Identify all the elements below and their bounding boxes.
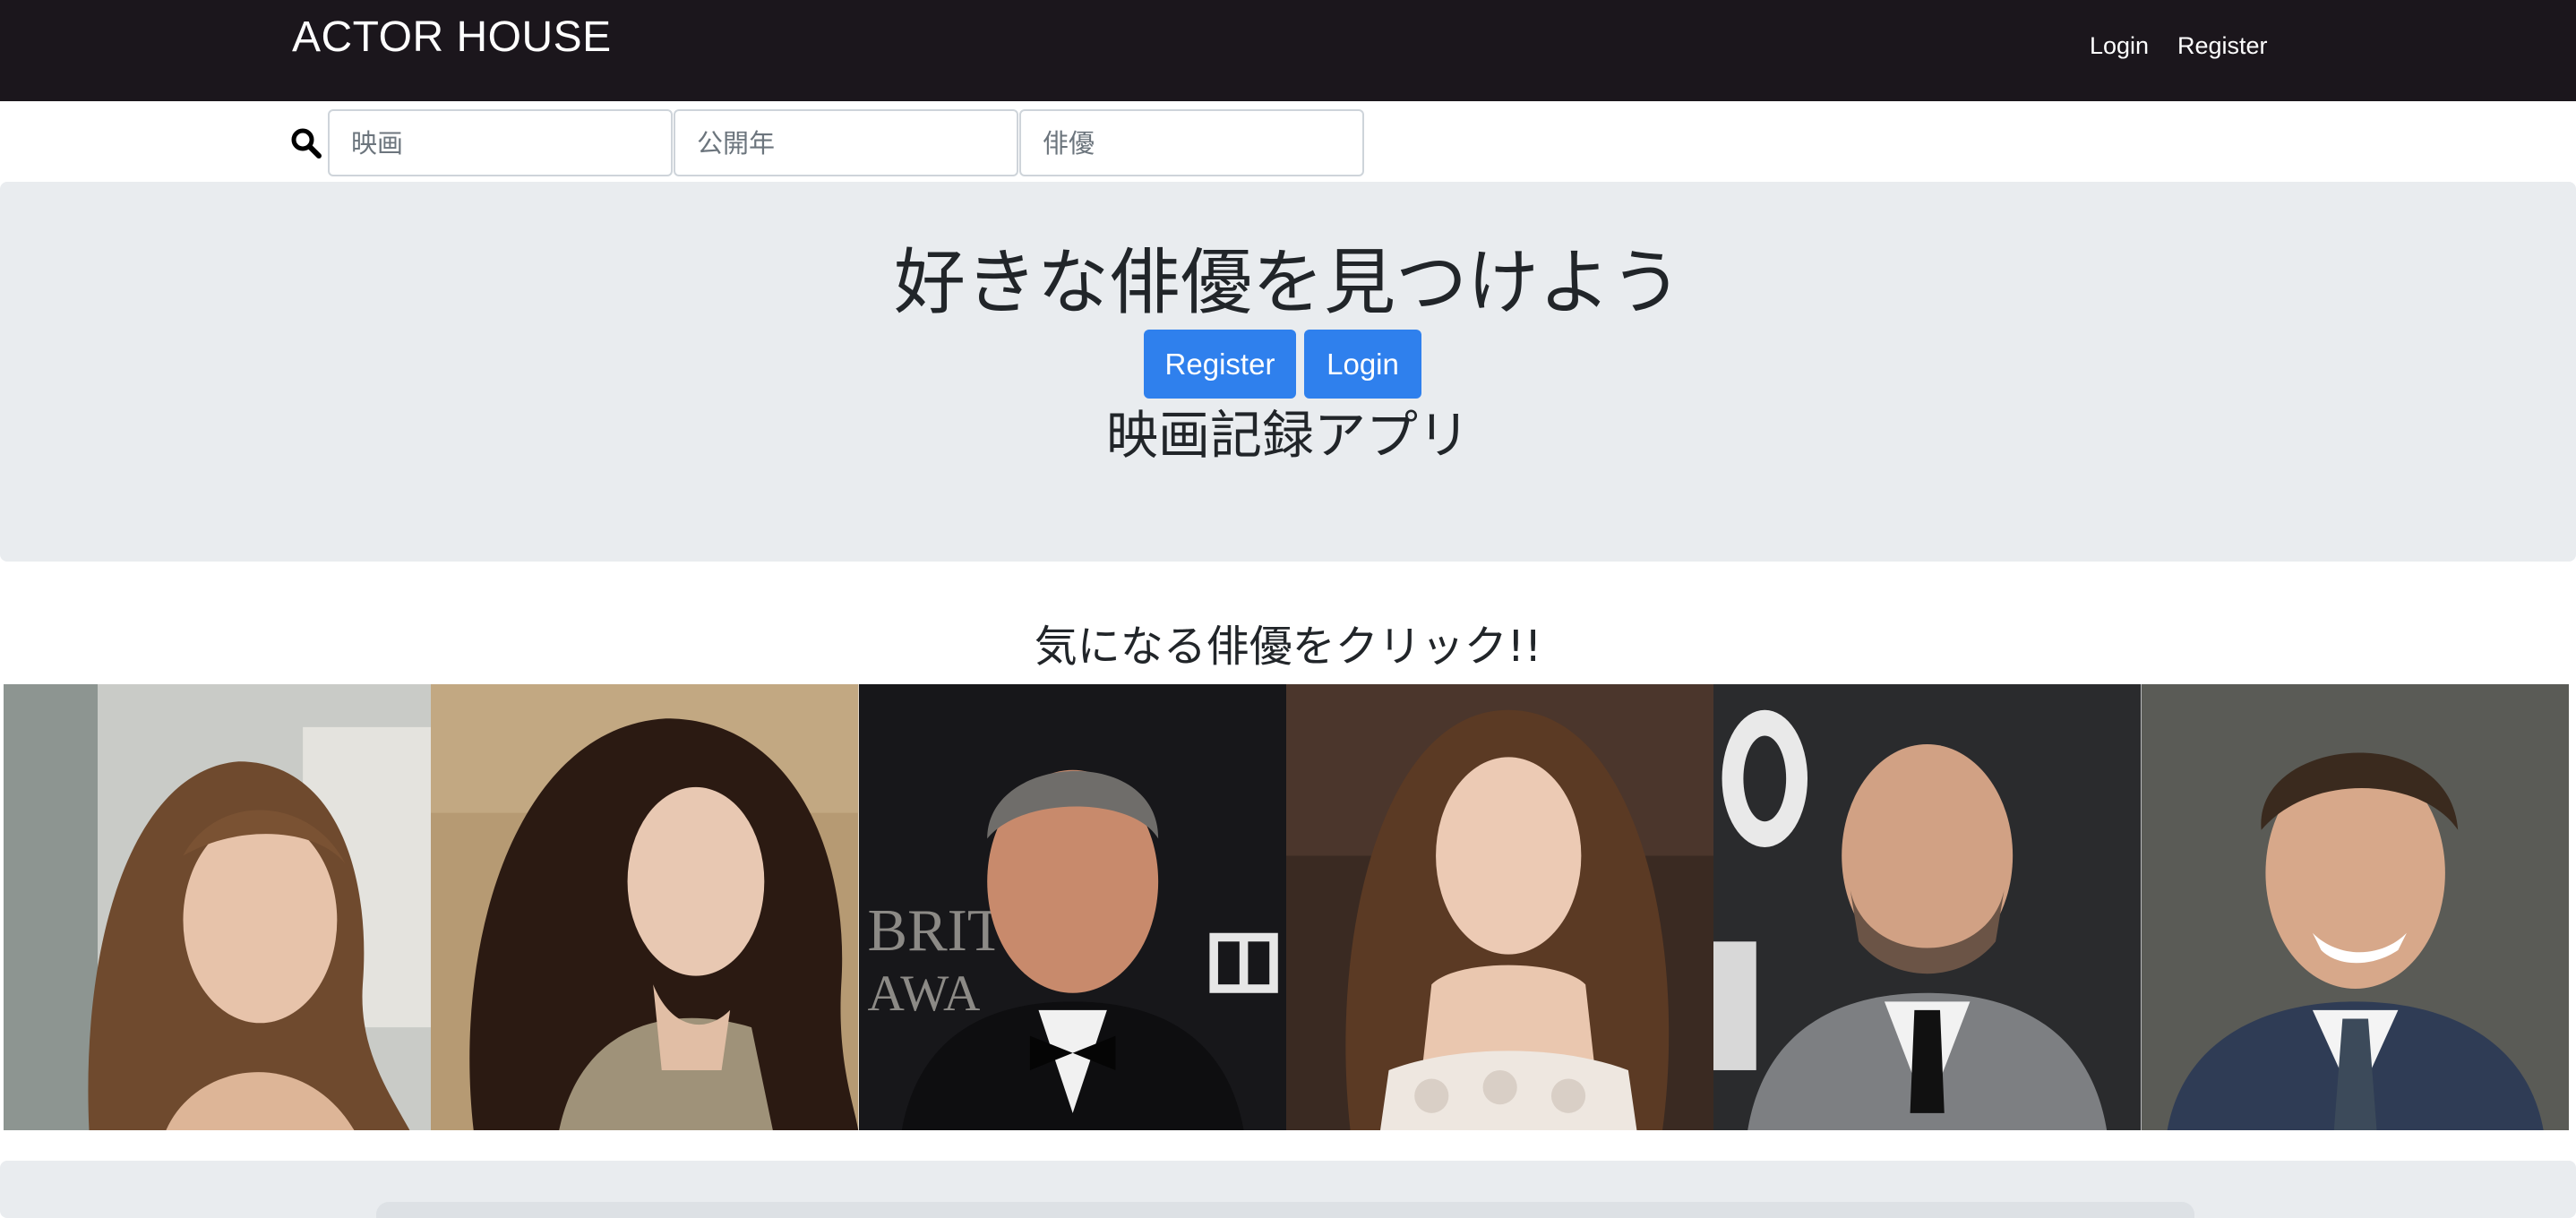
nav-login-link[interactable]: Login [2090, 32, 2149, 60]
hero-register-button[interactable]: Register [1144, 330, 1296, 399]
svg-text:BRIT: BRIT [867, 897, 1003, 964]
actor-photo-1[interactable] [4, 684, 432, 1130]
bottom-card-edge [376, 1202, 2194, 1218]
top-navbar: ACTOR HOUSE Login Register [0, 0, 2576, 101]
actor-search-input[interactable] [1019, 109, 1364, 176]
actor-photo-6[interactable] [2141, 684, 2569, 1130]
actor-gallery: BRIT AWA [4, 684, 2569, 1130]
actor-photo-5[interactable] [1713, 684, 2142, 1130]
actor-photo-4[interactable] [1285, 684, 1714, 1130]
hero-subtitle: 映画記録アプリ [1105, 405, 1470, 466]
actor-photo-3[interactable]: BRIT AWA [858, 684, 1286, 1130]
movie-search-input[interactable] [328, 109, 673, 176]
hero-title: 好きな俳優を見つけよう [894, 241, 1682, 324]
nav-register-link[interactable]: Register [2177, 32, 2268, 60]
brand-logo[interactable]: ACTOR HOUSE [292, 13, 612, 62]
hero-jumbotron: 好きな俳優を見つけよう Register Login 映画記録アプリ [0, 182, 2576, 562]
hero-login-button[interactable]: Login [1304, 330, 1421, 399]
release-year-search-input[interactable] [674, 109, 1018, 176]
search-icon[interactable] [290, 127, 322, 159]
search-bar [0, 101, 2576, 182]
actor-photo-2[interactable] [431, 684, 859, 1130]
svg-text:AWA: AWA [867, 965, 980, 1022]
actors-section-title: 気になる俳優をクリック!! [1034, 622, 1542, 672]
